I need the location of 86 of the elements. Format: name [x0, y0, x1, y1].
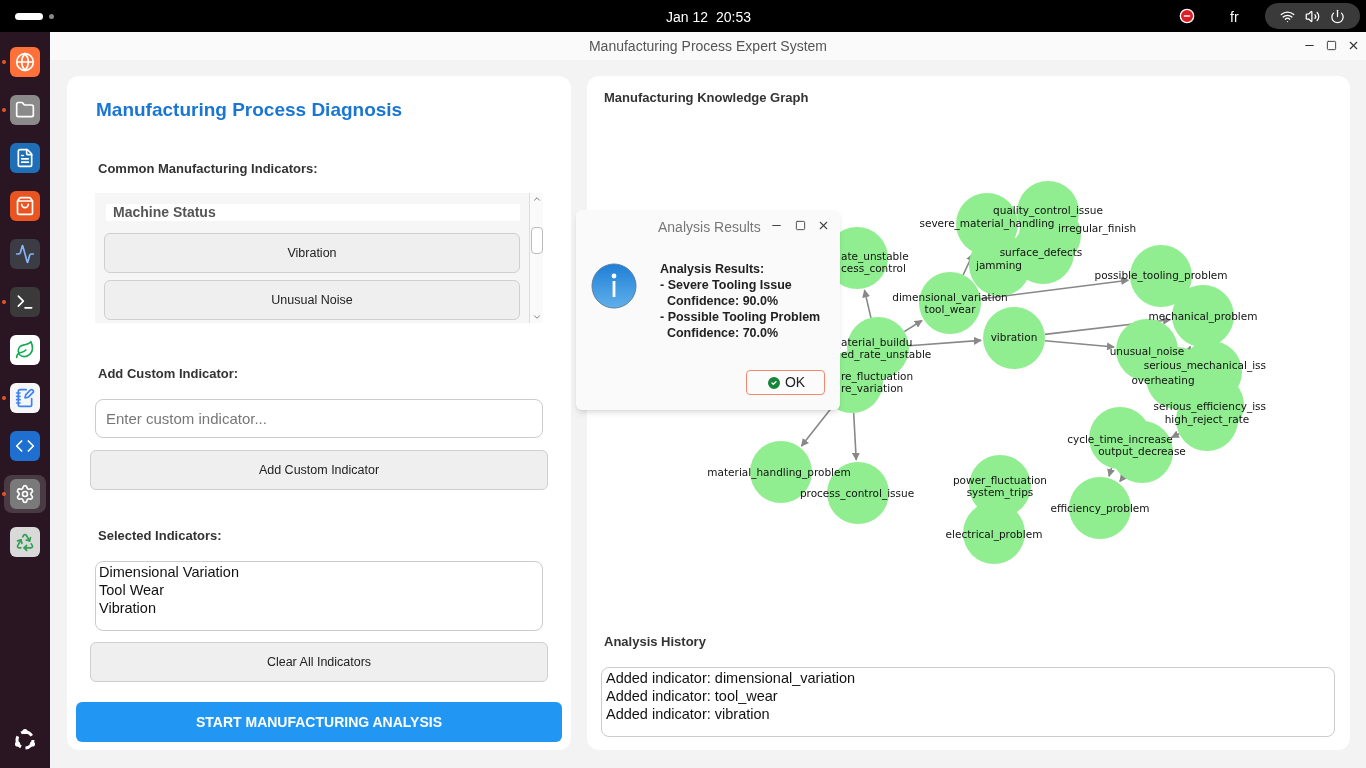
wifi-icon: [1280, 8, 1295, 24]
clear-indicators-button[interactable]: Clear All Indicators: [90, 642, 548, 682]
maximize-icon[interactable]: [795, 220, 806, 231]
maximize-icon[interactable]: [1326, 40, 1337, 51]
indicator-button[interactable]: Unusual Noise: [104, 280, 520, 320]
history-entry: Added indicator: tool_wear: [606, 687, 779, 705]
check-icon: [765, 374, 782, 391]
indicator-button[interactable]: Vibration: [104, 233, 520, 273]
node-label: possible_tooling_problem: [1094, 269, 1228, 281]
terminal-icon: [15, 292, 35, 312]
group-header: Machine Status: [106, 204, 520, 221]
window-title: Manufacturing Process Expert System: [588, 36, 828, 56]
add-indicator-button[interactable]: Add Custom Indicator: [90, 450, 548, 490]
info-icon: [591, 263, 637, 309]
power-icon: [1330, 8, 1345, 24]
node-label: re_variation: [841, 382, 904, 394]
graph-node: [983, 307, 1045, 369]
keyboard-layout[interactable]: fr: [1230, 7, 1239, 28]
node-label: vibration: [990, 331, 1038, 343]
shopping-bag-icon: [15, 196, 35, 216]
node-label: tool_wear: [924, 303, 976, 315]
graph-edge: [1119, 473, 1128, 483]
node-label: ed_rate_unstable: [841, 348, 932, 360]
document-icon: [15, 148, 35, 168]
node-label: process_control_issue: [799, 487, 915, 499]
node-label: serious_efficiency_iss: [1153, 400, 1266, 412]
system-tray[interactable]: [1265, 3, 1360, 29]
graph-edge: [862, 289, 872, 319]
panel-title: Manufacturing Process Diagnosis: [96, 98, 404, 122]
graph-edge: [851, 412, 860, 461]
node-label: overheating: [1131, 374, 1195, 386]
globe-icon: [15, 52, 35, 72]
folder-icon: [15, 100, 35, 120]
node-label: dimensional_variation: [892, 291, 1008, 303]
graph-title: Manufacturing Knowledge Graph: [604, 90, 810, 106]
node-label: irregular_finish: [1058, 222, 1137, 234]
node-label: jamming: [976, 259, 1022, 271]
history-entry: Added indicator: dimensional_variation: [606, 669, 857, 687]
clock-date[interactable]: Jan 12: [666, 7, 709, 28]
leaf-icon: [15, 340, 35, 360]
scrollbar[interactable]: [529, 193, 543, 323]
node-label: output_decrease: [1098, 445, 1186, 457]
node-label: electrical_problem: [945, 528, 1043, 540]
settings-icon: [15, 484, 35, 504]
node-label: material_handling_problem: [707, 466, 851, 478]
graph-edge: [1170, 430, 1180, 439]
history-label: Analysis History: [604, 634, 707, 650]
node-label: unusual_noise: [1109, 345, 1185, 357]
close-icon[interactable]: [817, 219, 830, 232]
node-label: system_trips: [966, 486, 1034, 498]
dialog-message: Analysis Results: - Severe Tooling Issue Confidence: 90.0% - Possible Tooling Problem Confidence: 70.0%: [660, 261, 821, 341]
section-label: Common Manufacturing Indicators:: [98, 161, 319, 177]
dialog-title: Analysis Results: [658, 218, 761, 237]
clock-time[interactable]: 20:53: [716, 7, 752, 28]
history-entry: Added indicator: vibration: [606, 705, 771, 723]
ubuntu-logo-icon[interactable]: [13, 728, 37, 752]
scroll-thumb[interactable]: [530, 227, 543, 254]
selected-indicator[interactable]: Dimensional Variation: [99, 563, 539, 581]
node-label: ate_unstable: [841, 250, 909, 262]
do-not-disturb-icon[interactable]: [1179, 8, 1195, 24]
node-label: high_reject_rate: [1164, 413, 1250, 425]
pulse-icon: [15, 244, 35, 264]
node-label: mechanical_problem: [1148, 310, 1258, 322]
node-label: severe_material_handling: [919, 217, 1055, 229]
node-label: cycle_time_increase: [1067, 433, 1173, 445]
section-label: Add Custom Indicator:: [98, 366, 240, 382]
custom-indicator-field[interactable]: Enter custom indicator...: [95, 399, 543, 438]
node-label: surface_defects: [999, 246, 1083, 258]
node-label: serious_mechanical_iss: [1143, 359, 1266, 371]
notepad-icon: [15, 388, 35, 408]
node-label: cess_control: [841, 262, 906, 274]
volume-icon: [1305, 8, 1320, 24]
graph-edge: [1107, 467, 1115, 478]
selected-indicator[interactable]: Tool Wear: [99, 581, 539, 599]
selected-indicator[interactable]: Vibration: [99, 599, 539, 617]
node-label: quality_control_issue: [993, 204, 1103, 216]
ok-button[interactable]: OK: [746, 370, 825, 395]
activities-indicator[interactable]: [15, 12, 43, 20]
close-icon[interactable]: [1347, 39, 1360, 52]
dock-item[interactable]: [4, 475, 46, 513]
section-label: Selected Indicators:: [98, 528, 223, 544]
node-label: aterial_buildu: [841, 336, 913, 348]
node-label: re_fluctuation: [841, 370, 914, 382]
node-label: efficiency_problem: [1050, 502, 1150, 514]
node-label: power_fluctuation: [952, 474, 1048, 486]
graph-edge: [903, 319, 923, 333]
